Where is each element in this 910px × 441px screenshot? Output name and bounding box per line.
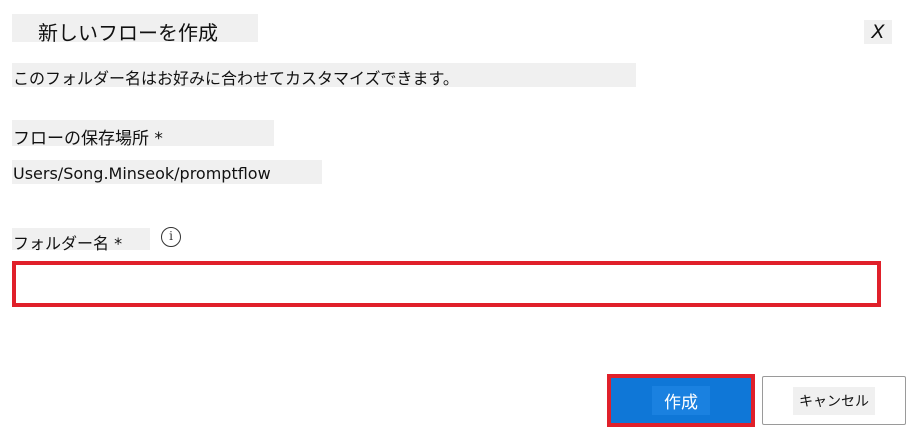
- create-button-label: 作成: [652, 386, 710, 415]
- folder-name-label: フォルダー名 *: [13, 234, 123, 253]
- cancel-button-label: キャンセル: [793, 386, 875, 415]
- close-button[interactable]: X: [864, 20, 892, 44]
- info-icon[interactable]: i: [161, 227, 181, 247]
- dialog-title: 新しいフローを作成: [38, 21, 218, 45]
- cancel-button[interactable]: キャンセル: [762, 376, 906, 425]
- dialog-description: このフォルダー名はお好みに合わせてカスタマイズできます。: [13, 69, 459, 88]
- location-value: Users/Song.Minseok/promptflow: [13, 164, 271, 183]
- location-label: フローの保存場所 *: [13, 129, 163, 149]
- folder-name-input[interactable]: [12, 261, 881, 307]
- create-button[interactable]: 作成: [607, 374, 755, 427]
